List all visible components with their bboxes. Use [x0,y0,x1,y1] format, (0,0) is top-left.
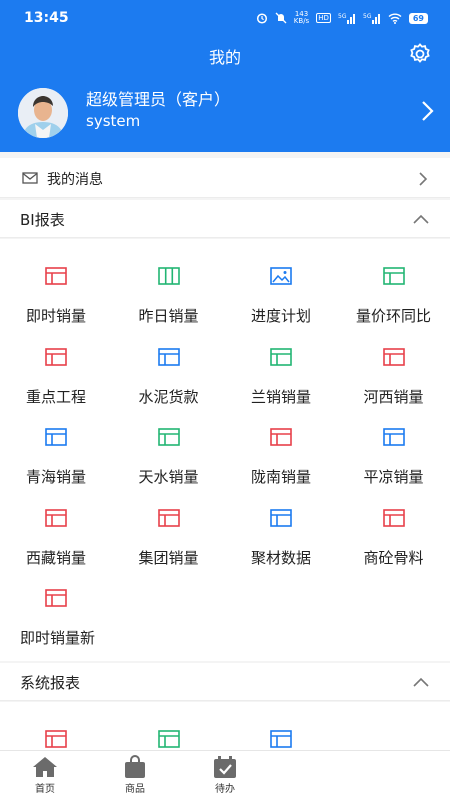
report-item-label: 商砼骨料 [363,548,424,567]
avatar[interactable] [18,88,68,138]
report-item[interactable]: 水泥货款 [113,320,225,406]
net-speed-unit: KB/s [293,17,310,25]
image-icon [270,267,292,285]
table-icon [157,347,180,366]
nav-products[interactable]: 商品 [105,755,165,795]
table-icon [45,508,67,527]
svg-text:5G: 5G [363,13,372,20]
wifi-icon [388,13,402,24]
nav-products-label: 商品 [125,784,145,795]
home-icon [33,757,57,777]
table-icon [382,428,405,446]
bi-reports-grid: 即时销量 昨日销量 进度计划 量价环同比重点工程 水泥货款 兰销销量 河西销量青海销量 天水销… [0,239,450,661]
table-icon [45,428,67,446]
table-icon [157,428,180,446]
table-icon [382,508,405,527]
report-item[interactable]: 河西销量 [338,320,450,406]
report-item[interactable]: 平凉销量 [338,400,450,486]
chevron-right-icon [419,172,428,186]
report-item[interactable]: 即时销量 [0,239,112,325]
user-name: 超级管理员（客户） [86,90,231,109]
signal-icon-2: 5G [363,13,380,24]
net-speed: 143 KB/s [294,11,309,25]
alarm-icon [256,13,267,24]
nav-todo-label: 待办 [215,784,235,795]
table-icon[interactable] [45,730,67,748]
bi-reports-header[interactable]: BI报表 [0,200,450,238]
profile-header: 13:45 143 KB/s HD 5G 5G 69 我的 超级管理员（客户） … [0,0,450,152]
profile-card[interactable]: 超级管理员（客户） system [0,80,450,144]
table-icon [382,347,405,366]
report-item[interactable]: 重点工程 [0,320,112,406]
svg-text:5G: 5G [338,13,347,20]
user-account: system [86,112,141,130]
chevron-up-icon[interactable] [412,213,430,225]
columns-icon [157,267,180,285]
table-icon [270,428,292,446]
my-messages-row[interactable]: 我的消息 [0,158,450,198]
battery-icon: 69 [408,12,428,24]
table-icon[interactable] [157,730,180,748]
table-icon [270,347,292,366]
table-icon [45,589,67,607]
bag-icon [125,755,145,778]
system-reports-header[interactable]: 系统报表 [0,663,450,701]
table-icon[interactable] [270,730,292,748]
report-item[interactable]: 集团销量 [113,481,225,567]
report-item[interactable]: 量价环同比 [338,239,450,325]
report-item[interactable]: 西藏销量 [0,481,112,567]
calendar-check-icon [214,756,236,778]
report-item[interactable]: 聚材数据 [225,481,337,567]
status-bar: 13:45 143 KB/s HD 5G 5G 69 [0,0,450,36]
status-icons: 143 KB/s HD 5G 5G 69 [256,11,428,25]
chevron-up-icon[interactable] [412,676,430,688]
page-title: 我的 [208,48,241,67]
bi-reports-title: BI报表 [20,211,65,229]
nav-home-label: 首页 [35,784,55,795]
signal-icon: 5G [338,13,355,24]
system-reports-grid [0,702,450,750]
table-icon [45,347,67,366]
report-item-label: 即时销量新 [20,629,96,647]
report-item-label: 集团销量 [138,548,199,567]
report-item[interactable]: 兰销销量 [225,320,337,406]
table-icon [270,508,292,527]
mute-icon [275,12,287,24]
report-item[interactable]: 进度计划 [225,239,337,325]
report-item[interactable]: 商砼骨料 [338,481,450,567]
bottom-nav: 首页 商品 待办 [0,750,450,800]
report-item[interactable]: 陇南销量 [225,400,337,486]
user-avatar-icon [18,88,68,138]
system-reports-title: 系统报表 [20,674,81,692]
my-messages-label: 我的消息 [47,172,103,188]
table-icon [382,267,405,285]
hd-badge: HD [316,13,331,23]
report-item-label: 聚材数据 [250,548,311,567]
table-icon [45,267,67,285]
status-time: 13:45 [24,10,69,26]
mail-icon [22,172,38,184]
chevron-right-icon [422,101,434,121]
report-item[interactable]: 昨日销量 [113,239,225,325]
report-item[interactable]: 即时销量新 [0,561,112,647]
table-icon [157,508,180,527]
nav-todo[interactable]: 待办 [195,755,255,795]
gear-icon[interactable] [408,42,432,66]
report-item[interactable]: 天水销量 [113,400,225,486]
nav-home[interactable]: 首页 [15,755,75,795]
report-item[interactable]: 青海销量 [0,400,112,486]
